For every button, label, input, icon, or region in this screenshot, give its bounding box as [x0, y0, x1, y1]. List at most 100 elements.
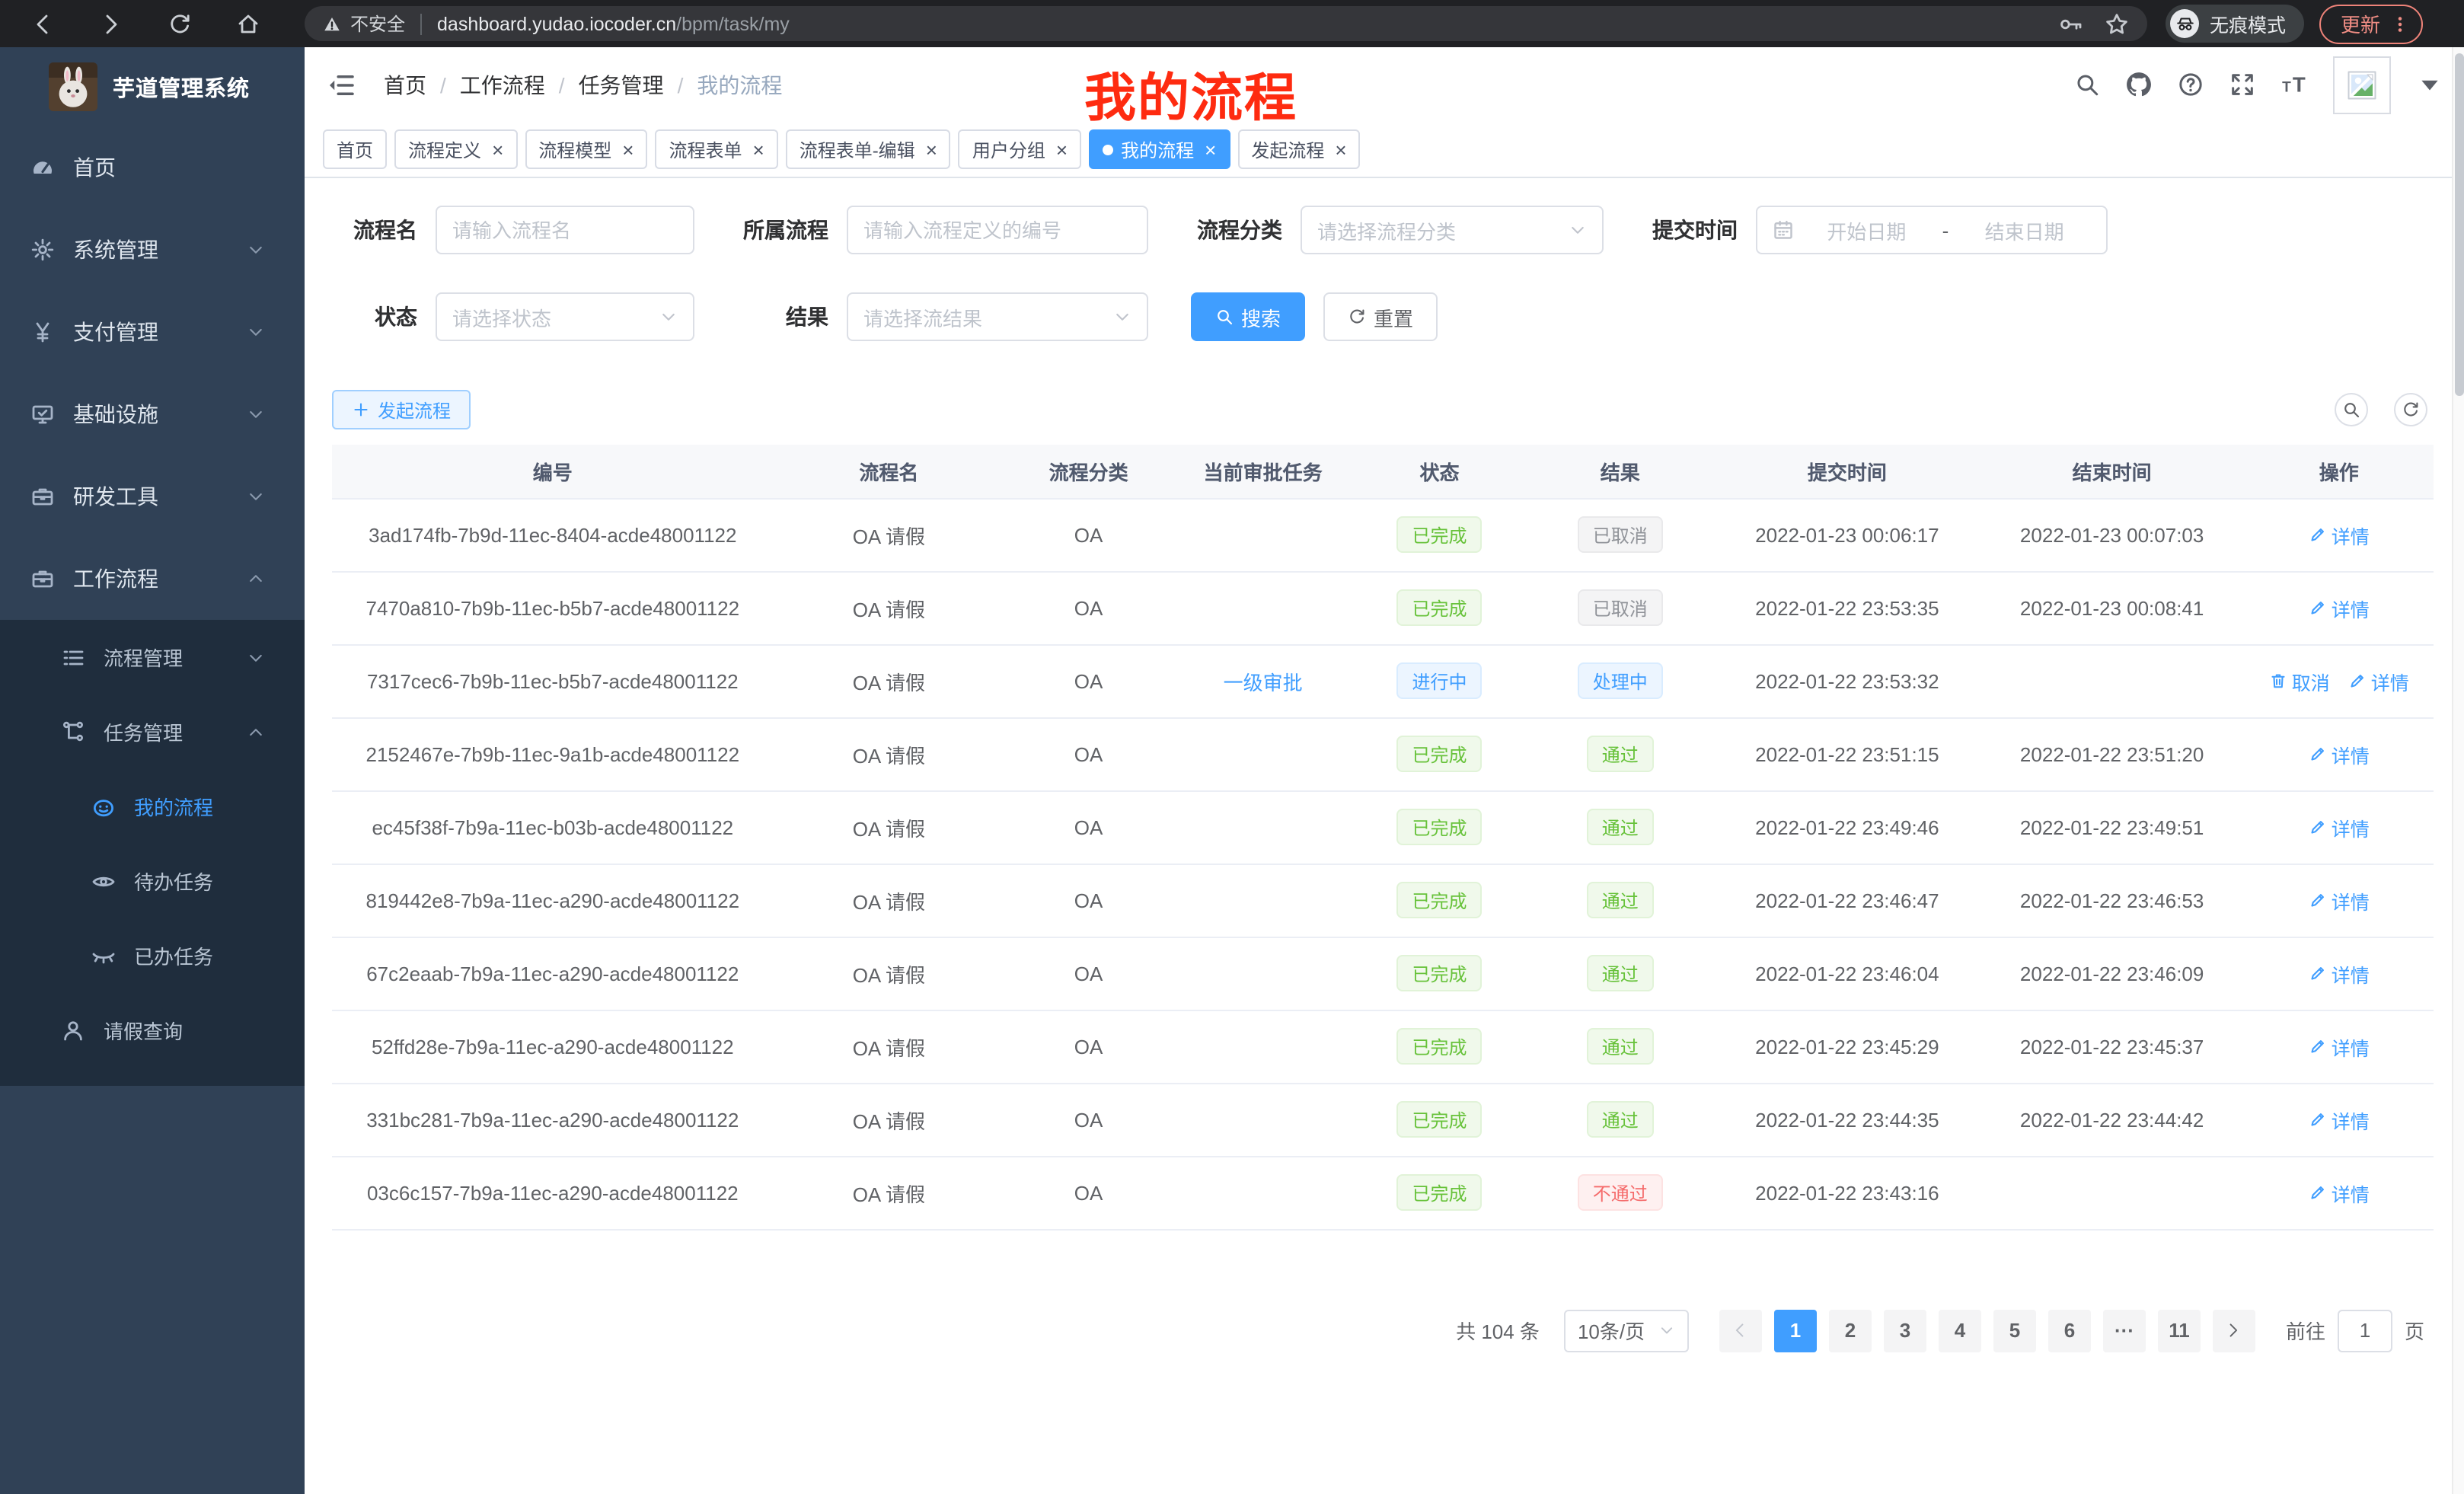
sidebar-item-payment[interactable]: 支付管理: [0, 291, 305, 373]
browser-reload-button[interactable]: [158, 2, 201, 45]
tab-process-form-edit[interactable]: 流程表单-编辑×: [786, 129, 951, 169]
browser-home-button[interactable]: [227, 2, 270, 45]
sidebar-item-label: 流程管理: [104, 643, 183, 672]
sidebar-item-label: 工作流程: [73, 563, 158, 594]
browser-forward-button[interactable]: [90, 2, 132, 45]
close-icon[interactable]: ×: [753, 139, 764, 159]
sidebar-item-task-mgmt[interactable]: 任务管理: [0, 694, 305, 769]
scrollbar-thumb[interactable]: [2455, 53, 2464, 396]
breadcrumb-item[interactable]: 工作流程: [460, 69, 545, 100]
close-icon[interactable]: ×: [1205, 139, 1216, 159]
tab-home[interactable]: 首页: [323, 129, 387, 169]
page-1[interactable]: 1: [1774, 1309, 1817, 1352]
help-icon[interactable]: [2178, 72, 2204, 97]
breadcrumb-item[interactable]: 首页: [384, 69, 426, 100]
page-5[interactable]: 5: [1993, 1309, 2036, 1352]
table-row: ec45f38f-7b9a-11ec-b03b-acde48001122OA 请…: [332, 790, 2434, 864]
total-count: 共 104 条: [1456, 1316, 1540, 1345]
cell-end-time: 2022-01-22 23:46:09: [1980, 937, 2245, 1010]
user-menu-caret-icon[interactable]: [2417, 72, 2443, 97]
tab-my-process[interactable]: 我的流程×: [1089, 129, 1230, 169]
bookmark-star-icon[interactable]: [2105, 11, 2129, 36]
detail-link[interactable]: 详情: [2309, 1178, 2370, 1207]
sidebar-item-workflow[interactable]: 工作流程: [0, 538, 305, 620]
process-name-input[interactable]: [436, 206, 694, 254]
page-size-select[interactable]: 10条/页: [1564, 1309, 1689, 1352]
action-label: 详情: [2371, 666, 2409, 695]
github-icon[interactable]: [2126, 72, 2152, 97]
result-placeholder: 请选择流结果: [863, 302, 982, 331]
search-icon[interactable]: [2074, 72, 2100, 97]
detail-link[interactable]: 详情: [2309, 959, 2370, 988]
next-page-button[interactable]: [2213, 1309, 2255, 1352]
detail-link[interactable]: 详情: [2348, 666, 2409, 695]
status-select[interactable]: 请选择状态: [436, 292, 694, 341]
parent-process-input[interactable]: [847, 206, 1148, 254]
sidebar-collapse-icon[interactable]: [326, 69, 356, 100]
reset-button[interactable]: 重置: [1323, 292, 1438, 341]
browser-back-button[interactable]: [21, 2, 64, 45]
page-2[interactable]: 2: [1829, 1309, 1872, 1352]
close-icon[interactable]: ×: [1056, 139, 1068, 159]
page-3[interactable]: 3: [1884, 1309, 1926, 1352]
fullscreen-icon[interactable]: [2229, 72, 2255, 97]
sidebar-item-todo-tasks[interactable]: 待办任务: [0, 844, 305, 918]
refresh-table-button[interactable]: [2394, 393, 2427, 426]
process-table: 编号流程名流程分类当前审批任务状态结果提交时间结束时间操作 3ad174fb-7…: [332, 445, 2434, 1230]
cell-status: 已完成: [1353, 864, 1525, 937]
calendar-icon: [1773, 219, 1794, 241]
toggle-search-button[interactable]: [2335, 393, 2368, 426]
security-chip[interactable]: 不安全: [323, 11, 405, 37]
close-icon[interactable]: ×: [492, 139, 503, 159]
detail-link[interactable]: 详情: [2309, 739, 2370, 768]
page-4[interactable]: 4: [1939, 1309, 1981, 1352]
sidebar-item-home[interactable]: 首页: [0, 126, 305, 209]
sidebar-item-infra[interactable]: 基础设施: [0, 373, 305, 455]
sidebar-item-process-mgmt[interactable]: 流程管理: [0, 620, 305, 694]
tab-user-group[interactable]: 用户分组×: [959, 129, 1081, 169]
sidebar-item-system[interactable]: 系统管理: [0, 209, 305, 291]
goto-page-input[interactable]: [2338, 1309, 2392, 1352]
page-scrollbar[interactable]: [2452, 47, 2464, 1494]
page-6[interactable]: 6: [2048, 1309, 2091, 1352]
sidebar-item-devtools[interactable]: 研发工具: [0, 455, 305, 538]
address-bar[interactable]: 不安全 dashboard.yudao.iocoder.cn/bpm/task/…: [305, 6, 2147, 41]
prev-page-button[interactable]: [1719, 1309, 1762, 1352]
submit-time-range-picker[interactable]: 开始日期 - 结束日期: [1756, 206, 2108, 254]
key-icon[interactable]: [2059, 11, 2083, 36]
sidebar-item-done-tasks[interactable]: 已办任务: [0, 918, 305, 993]
cancel-link[interactable]: 取消: [2269, 666, 2330, 695]
browser-update-button[interactable]: 更新: [2319, 4, 2423, 43]
tab-process-form[interactable]: 流程表单×: [655, 129, 777, 169]
sidebar-item-my-process[interactable]: 我的流程: [0, 769, 305, 844]
current-task-link[interactable]: 一级审批: [1224, 666, 1303, 695]
tab-start-process[interactable]: 发起流程×: [1237, 129, 1360, 169]
detail-link[interactable]: 详情: [2309, 520, 2370, 549]
detail-link[interactable]: 详情: [2309, 1105, 2370, 1134]
kebab-menu-icon[interactable]: [2391, 14, 2409, 33]
category-select[interactable]: 请选择流程分类: [1301, 206, 1604, 254]
avatar[interactable]: [2333, 56, 2391, 113]
result-select[interactable]: 请选择流结果: [847, 292, 1148, 341]
end-date-placeholder: 结束日期: [1958, 215, 2091, 244]
close-icon[interactable]: ×: [926, 139, 937, 159]
page-···[interactable]: ···: [2103, 1309, 2146, 1352]
tab-process-definition[interactable]: 流程定义×: [394, 129, 517, 169]
breadcrumb: 首页/工作流程/任务管理/我的流程: [384, 69, 782, 100]
result-badge: 通过: [1587, 955, 1654, 991]
breadcrumb-item[interactable]: 任务管理: [579, 69, 664, 100]
close-icon[interactable]: ×: [622, 139, 634, 159]
column-header: 流程分类: [1004, 445, 1173, 498]
detail-link[interactable]: 详情: [2309, 886, 2370, 915]
detail-link[interactable]: 详情: [2309, 1032, 2370, 1061]
page-11[interactable]: 11: [2158, 1309, 2201, 1352]
search-button[interactable]: 搜索: [1191, 292, 1305, 341]
tab-process-model[interactable]: 流程模型×: [525, 129, 647, 169]
cell-category: OA: [1004, 790, 1173, 864]
font-size-icon[interactable]: TT: [2281, 72, 2307, 97]
detail-link[interactable]: 详情: [2309, 593, 2370, 622]
close-icon[interactable]: ×: [1335, 139, 1346, 159]
sidebar-item-leave-query[interactable]: 请假查询: [0, 993, 305, 1068]
detail-link[interactable]: 详情: [2309, 812, 2370, 841]
create-process-button[interactable]: 发起流程: [332, 390, 471, 429]
